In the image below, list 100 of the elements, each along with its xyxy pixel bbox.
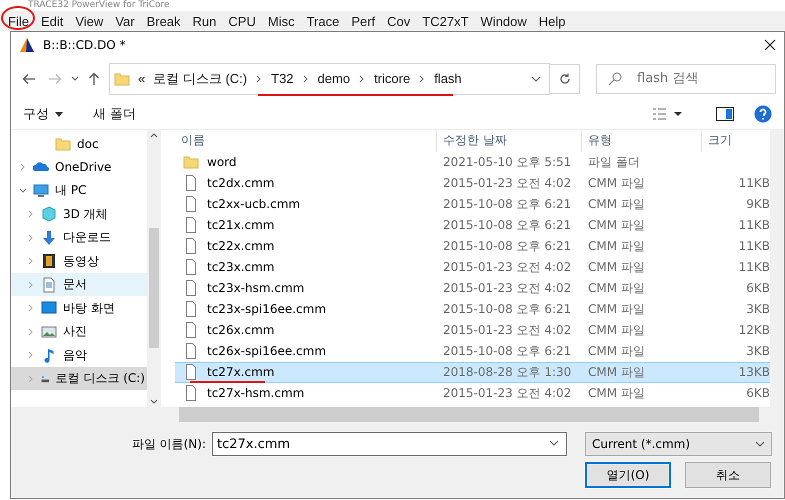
dropdown-icon[interactable] [549, 440, 559, 446]
chevron-right-icon[interactable] [27, 304, 35, 312]
chevron-right-icon[interactable] [27, 328, 35, 336]
chevron-right-icon[interactable] [19, 163, 27, 172]
file-name-cell[interactable]: tc23x-spi16ee.cmm [175, 298, 437, 320]
scrollbar[interactable] [147, 130, 161, 407]
file-name-cell[interactable]: tc2dx.cmm [175, 172, 437, 194]
sidebar-item[interactable]: 사진 [11, 320, 147, 344]
path-segment[interactable]: flash [434, 71, 462, 86]
file-icon [183, 322, 199, 338]
filename-label: 파일 이름(N): [132, 436, 206, 452]
date-cell-text: 2015-10-08 오후 6:21 [442, 196, 572, 213]
file-name-cell[interactable]: tc27x-hsm.cmm [175, 382, 437, 404]
scrollbar[interactable] [770, 130, 784, 407]
dropdown-icon[interactable] [71, 74, 79, 82]
new-folder-button[interactable]: 새 폴더 [93, 105, 136, 124]
path-segment[interactable]: demo [318, 71, 350, 86]
file-name-cell[interactable]: tc23x-hsm.cmm [175, 278, 437, 299]
size-cell-text: 9KB [745, 196, 770, 214]
file-type-dropdown[interactable]: Current (*.cmm) [585, 432, 772, 456]
path-segment[interactable]: tricore [374, 71, 410, 86]
size-cell-text: 11KB [738, 217, 770, 234]
scroll-up-icon[interactable] [150, 132, 158, 138]
sidebar-item[interactable]: 음악 [11, 343, 147, 367]
date-cell-text: 2015-10-08 오후 6:21 [442, 216, 572, 234]
chevron-right-icon [302, 74, 310, 82]
menu-item[interactable]: TC27xT [416, 14, 475, 28]
file-name-cell[interactable]: tc23x.cmm [175, 256, 437, 278]
search-icon [608, 72, 622, 86]
size-cell-text: 11KB [738, 259, 770, 276]
sidebar-item[interactable]: 문서 [11, 272, 147, 296]
menu-item[interactable]: Help [532, 14, 572, 28]
chevron-right-icon[interactable] [27, 257, 35, 266]
path-segment[interactable]: 로컬 디스크 (C:) [153, 70, 248, 88]
menu-item[interactable]: View [69, 14, 110, 28]
file-name-cell[interactable]: tc22x.cmm [175, 236, 437, 257]
sidebar-item[interactable]: doc [11, 132, 147, 156]
sidebar-item[interactable]: 3D 개체 [11, 202, 147, 226]
film-icon [41, 253, 57, 270]
sidebar-item[interactable]: 다운로드 [11, 226, 147, 250]
cube-icon [41, 206, 57, 222]
menu-item[interactable]: Run [186, 14, 222, 28]
menu-item[interactable]: Cov [381, 14, 416, 28]
file-name-cell[interactable]: tc27x.cmm [175, 362, 437, 383]
scroll-down-icon[interactable] [150, 399, 158, 404]
file-name-cell[interactable]: tc21x.cmm [175, 214, 437, 236]
date-cell-text: 2015-01-23 오전 4:02 [442, 322, 572, 339]
chevron-down-icon[interactable] [19, 186, 27, 195]
column-header[interactable]: 수정한 날짜 [437, 130, 582, 152]
open-button[interactable]: 열기(O) [585, 462, 671, 488]
sidebar-item[interactable]: 동영상 [11, 249, 147, 273]
date-cell: 2018-08-28 오후 1:30 [437, 362, 582, 383]
file-icon [183, 259, 199, 276]
help-icon[interactable] [754, 105, 772, 124]
filename-field[interactable]: tc27x.cmm [212, 432, 567, 456]
sidebar-item[interactable]: OneDrive [11, 155, 147, 179]
file-name-cell[interactable]: tc26x-spi16ee.cmm [175, 340, 437, 362]
down-arrow-icon [41, 230, 57, 246]
preview-pane-icon[interactable] [716, 107, 734, 122]
app-logo-icon [19, 36, 35, 53]
sidebar-item[interactable]: 바탕 화면 [11, 296, 147, 320]
menu-item[interactable]: Var [109, 14, 141, 28]
chevron-right-icon[interactable] [27, 234, 35, 242]
organize-button[interactable]: 구성 [23, 105, 63, 124]
date-cell-text: 2015-01-23 오전 4:02 [442, 384, 572, 402]
date-cell-text: 2015-10-08 오후 6:21 [442, 238, 572, 255]
sidebar-item[interactable]: 로컬 디스크 (C:) [11, 366, 147, 390]
menu-item[interactable]: File [2, 14, 35, 28]
menu-item[interactable]: Break [140, 14, 187, 28]
menu-item[interactable]: Misc [262, 14, 301, 28]
menu-item[interactable]: CPU [222, 14, 262, 28]
menu-item[interactable]: Perf [345, 14, 382, 28]
type-cell-text: 파일 폴더 [587, 154, 641, 171]
refresh-button[interactable] [550, 64, 580, 94]
column-header[interactable]: 유형 [582, 130, 702, 152]
type-cell: CMM 파일 [582, 362, 702, 383]
annotation-circle [1, 6, 35, 30]
overflow-marker[interactable]: « [138, 71, 146, 86]
menu-item[interactable]: Edit [34, 14, 70, 28]
chevron-right-icon[interactable] [27, 351, 35, 360]
file-icon [183, 238, 199, 254]
chevron-right-icon[interactable] [27, 210, 35, 218]
chevron-right-icon [358, 74, 366, 82]
type-cell-text: CMM 파일 [587, 216, 646, 234]
type-cell-text: CMM 파일 [587, 300, 646, 318]
file-name-cell[interactable]: tc2xx-ucb.cmm [175, 194, 437, 215]
type-cell-text: CMM 파일 [587, 322, 646, 339]
menu-item[interactable]: Trace [300, 14, 346, 28]
cancel-button[interactable]: 취소 [685, 462, 771, 488]
search-field[interactable]: flash 검색 [596, 64, 776, 94]
menu-item[interactable]: Window [474, 14, 533, 28]
size-cell-text: 11KB [738, 238, 770, 256]
path-segment[interactable]: T32 [271, 71, 294, 86]
sidebar-item[interactable]: 내 PC [11, 178, 147, 202]
column-header[interactable]: 이름 [175, 130, 437, 152]
file-icon [183, 343, 199, 360]
dropdown-icon[interactable] [531, 74, 541, 84]
file-name-cell[interactable]: tc26x.cmm [175, 320, 437, 341]
file-icon [183, 364, 199, 380]
file-name-cell[interactable]: word [175, 152, 437, 173]
